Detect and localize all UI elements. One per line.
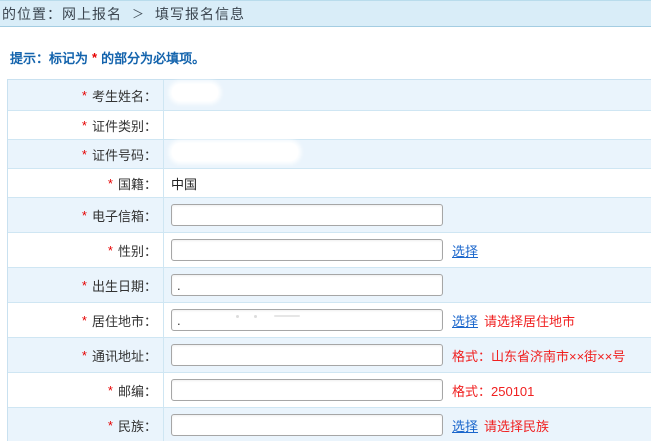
email-field[interactable] <box>171 204 443 226</box>
required-asterisk: * <box>92 50 97 65</box>
birth-date-field[interactable] <box>171 274 443 296</box>
redaction-patch <box>172 143 298 161</box>
candidate-name-label: 考生姓名： <box>92 86 157 105</box>
row-residence-city: * 居住地市： 选择 请选择居住地市 <box>8 302 651 337</box>
id-number-label: 证件号码： <box>92 145 157 164</box>
birth-date-label: 出生日期： <box>92 276 157 295</box>
breadcrumb-prefix: 的位置：网上报名 <box>2 4 122 24</box>
ethnicity-field[interactable] <box>171 414 443 436</box>
gender-label: 性别： <box>118 241 157 260</box>
breadcrumb-separator-icon: ＞ <box>132 5 145 22</box>
row-id-type: * 证件类别： <box>8 110 651 139</box>
gender-field[interactable] <box>171 239 443 261</box>
residence-city-hint: 请选择居住地市 <box>484 311 575 330</box>
row-mailing-address: * 通讯地址： 格式：山东省济南市××街××号 <box>8 337 651 372</box>
row-id-number: * 证件号码： <box>8 139 651 168</box>
row-ethnicity: * 民族： 选择 请选择民族 <box>8 407 651 441</box>
ethnicity-label: 民族： <box>118 416 157 435</box>
required-asterisk: * <box>82 88 87 103</box>
row-nationality: * 国籍： 中国 <box>8 168 651 197</box>
row-birth-date: * 出生日期： <box>8 267 651 302</box>
required-asterisk: * <box>82 313 87 328</box>
required-asterisk: * <box>108 418 113 433</box>
mailing-address-label: 通讯地址： <box>92 346 157 365</box>
censor-smudge <box>274 315 300 317</box>
required-asterisk: * <box>82 278 87 293</box>
id-type-label: 证件类别： <box>92 116 157 135</box>
postal-code-hint: 格式：250101 <box>452 381 534 400</box>
notice-text-post: 的部分为必填项。 <box>101 48 205 67</box>
ethnicity-select-link[interactable]: 选择 <box>452 416 478 435</box>
required-asterisk: * <box>82 348 87 363</box>
redaction-patch <box>172 84 218 101</box>
email-label: 电子信箱： <box>92 206 157 225</box>
row-email: * 电子信箱： <box>8 197 651 232</box>
nationality-label: 国籍： <box>118 174 157 193</box>
required-asterisk: * <box>82 118 87 133</box>
required-asterisk: * <box>82 147 87 162</box>
postal-code-label: 邮编： <box>118 381 157 400</box>
notice-text-pre: 提示：标记为 <box>10 48 88 67</box>
residence-city-select-link[interactable]: 选择 <box>452 311 478 330</box>
residence-city-label: 居住地市： <box>92 311 157 330</box>
gender-select-link[interactable]: 选择 <box>452 241 478 260</box>
postal-code-field[interactable] <box>171 379 443 401</box>
row-postal-code: * 邮编： 格式：250101 <box>8 372 651 407</box>
residence-city-field[interactable] <box>171 309 443 331</box>
mailing-address-hint: 格式：山东省济南市××街××号 <box>452 346 625 365</box>
mailing-address-field[interactable] <box>171 344 443 366</box>
required-asterisk: * <box>108 176 113 191</box>
breadcrumb-bar: 的位置：网上报名 ＞ 填写报名信息 <box>0 0 651 27</box>
row-candidate-name: * 考生姓名： <box>8 80 651 110</box>
registration-form-table: * 考生姓名： * 证件类别： * 证件号码： * 国籍： 中 <box>7 79 651 441</box>
required-fields-notice: 提示：标记为 * 的部分为必填项。 <box>10 50 651 65</box>
required-asterisk: * <box>82 208 87 223</box>
ethnicity-hint: 请选择民族 <box>484 416 549 435</box>
required-asterisk: * <box>108 243 113 258</box>
nationality-value: 中国 <box>171 174 197 193</box>
breadcrumb-current: 填写报名信息 <box>155 4 245 24</box>
required-asterisk: * <box>108 383 113 398</box>
row-gender: * 性别： 选择 <box>8 232 651 267</box>
